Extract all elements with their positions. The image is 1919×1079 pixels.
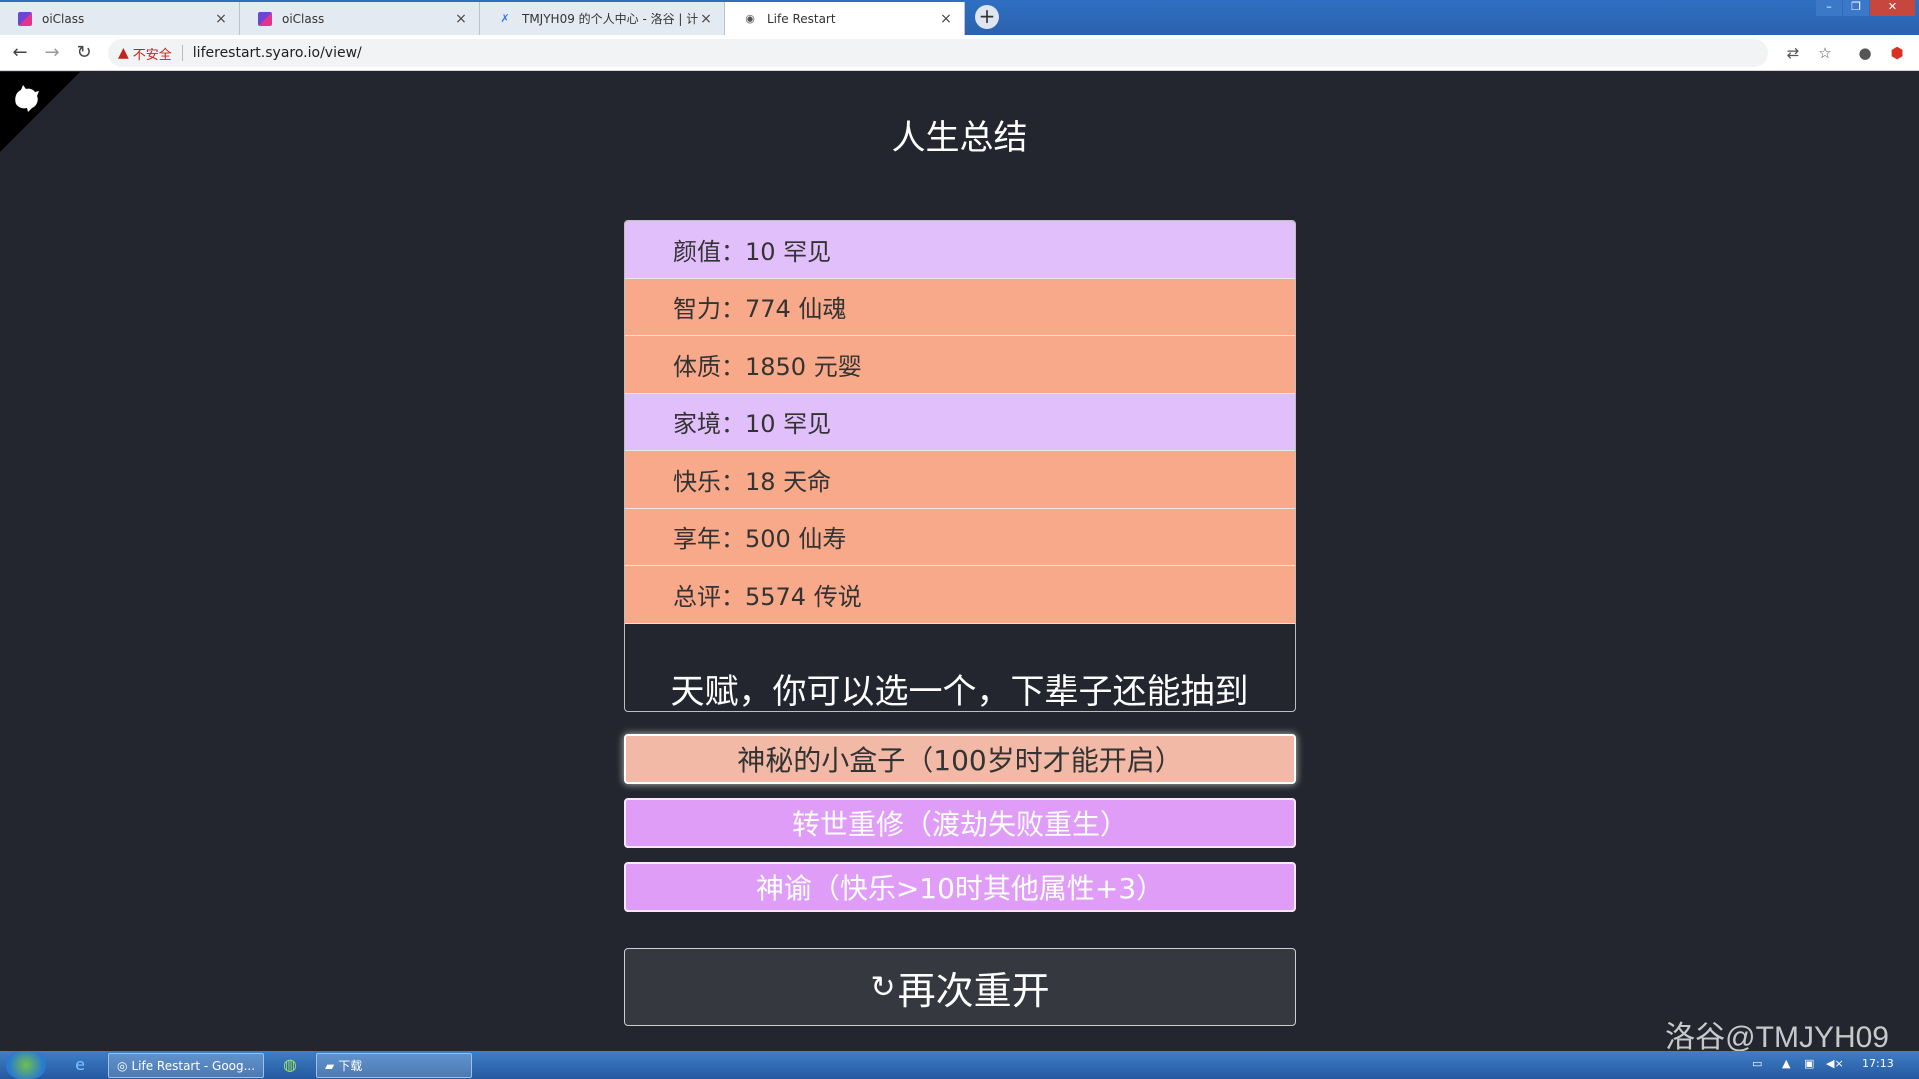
browser-tab-bar: oiClass × oiClass × ✗ TMJYH09 的个人中心 - 洛谷… xyxy=(0,0,1919,35)
life-summary-list: 颜值：10 罕见 智力：774 仙魂 体质：1850 元婴 家境：10 罕见 快… xyxy=(624,220,1296,712)
extension-icon[interactable]: ⬢ xyxy=(1887,43,1907,63)
tab-title: TMJYH09 的个人中心 - 洛谷 | 计 xyxy=(522,12,698,26)
close-window-button[interactable]: ✕ xyxy=(1870,0,1915,16)
globe-icon: ◉ xyxy=(745,12,755,25)
omnibox[interactable]: ▲ 不安全 liferestart.syaro.io/view/ xyxy=(108,39,1768,67)
warning-icon[interactable]: ▲ xyxy=(118,45,129,61)
refresh-icon: ↻ xyxy=(870,969,896,1005)
tab-oiclass-2[interactable]: oiClass × xyxy=(240,2,480,35)
security-label[interactable]: 不安全 xyxy=(133,44,172,63)
close-icon[interactable]: × xyxy=(453,11,469,27)
back-arrow-icon[interactable]: ← xyxy=(8,41,32,65)
tab-title: oiClass xyxy=(42,11,85,26)
oiclass-icon xyxy=(18,11,32,26)
address-bar: ← → ↻ ▲ 不安全 liferestart.syaro.io/view/ ⇄… xyxy=(0,35,1919,71)
windows-taskbar: e ◎ Life Restart - Goog... ◍ ▰ 下载 ▭ ▲ ▣ … xyxy=(0,1051,1919,1079)
star-icon[interactable]: ☆ xyxy=(1815,43,1835,63)
taskbar-task-folder[interactable]: ▰ 下载 xyxy=(316,1053,472,1078)
watermark: 洛谷@TMJYH09 xyxy=(1665,1021,1889,1054)
folder-icon: ▰ xyxy=(325,1058,335,1073)
start-button[interactable] xyxy=(6,1051,46,1079)
summary-row-happiness: 快乐：18 天命 xyxy=(625,451,1295,509)
forward-arrow-icon[interactable]: → xyxy=(40,41,64,65)
summary-row-appearance: 颜值：10 罕见 xyxy=(625,221,1295,279)
network-icon[interactable]: ▣ xyxy=(1804,1057,1814,1070)
talent-option-oracle[interactable]: 神谕（快乐>10时其他属性+3） xyxy=(624,862,1296,912)
close-icon[interactable]: × xyxy=(213,11,229,27)
luogu-icon: ✗ xyxy=(500,12,510,25)
profile-icon[interactable]: ● xyxy=(1855,43,1875,63)
volume-mute-icon[interactable]: ◀× xyxy=(1826,1057,1844,1070)
tray-expand-icon[interactable]: ▲ xyxy=(1782,1057,1790,1070)
maximize-button[interactable]: ❐ xyxy=(1843,0,1869,16)
summary-row-intelligence: 智力：774 仙魂 xyxy=(625,278,1295,336)
chrome-icon: ◎ xyxy=(117,1058,128,1073)
summary-row-age: 享年：500 仙寿 xyxy=(625,508,1295,566)
translate-icon[interactable]: ⇄ xyxy=(1783,43,1803,63)
url-text[interactable]: liferestart.syaro.io/view/ xyxy=(193,45,362,61)
task-label: Life Restart - Goog... xyxy=(131,1058,256,1073)
ie-icon[interactable]: e xyxy=(68,1054,92,1076)
clock[interactable]: 17:13 xyxy=(1862,1057,1894,1070)
talent-heading: 天赋，你可以选一个，下辈子还能抽到 xyxy=(670,672,1249,712)
page-content: 人生总结 颜值：10 罕见 智力：774 仙魂 体质：1850 元婴 家境：10… xyxy=(0,72,1919,1054)
tab-oiclass-1[interactable]: oiClass × xyxy=(0,2,240,35)
tab-luogu[interactable]: ✗ TMJYH09 的个人中心 - 洛谷 | 计 × xyxy=(480,2,725,35)
divider xyxy=(181,45,183,61)
close-icon[interactable]: × xyxy=(698,11,714,27)
summary-row-overall: 总评：5574 传说 xyxy=(625,566,1295,624)
tab-title: oiClass xyxy=(282,11,325,26)
taskbar-task-chrome[interactable]: ◎ Life Restart - Goog... xyxy=(108,1053,264,1078)
tab-title: Life Restart xyxy=(767,11,836,26)
close-icon[interactable]: × xyxy=(938,11,954,27)
tab-life-restart[interactable]: ◉ Life Restart × xyxy=(725,2,965,35)
page-title: 人生总结 xyxy=(891,118,1028,158)
talent-option-reincarnation[interactable]: 转世重修（渡劫失败重生） xyxy=(624,798,1296,848)
summary-row-constitution: 体质：1850 元婴 xyxy=(625,336,1295,394)
oiclass-icon xyxy=(258,11,272,26)
talent-option-mystery-box[interactable]: 神秘的小盒子（100岁时才能开启） xyxy=(624,734,1296,784)
summary-row-family: 家境：10 罕见 xyxy=(625,393,1295,451)
restart-button[interactable]: ↻ 再次重开 xyxy=(624,948,1296,1026)
reload-icon[interactable]: ↻ xyxy=(72,41,96,65)
app-icon[interactable]: ◍ xyxy=(278,1054,302,1076)
keyboard-icon[interactable]: ▭ xyxy=(1752,1057,1762,1070)
new-tab-button[interactable]: + xyxy=(975,5,999,29)
minimize-button[interactable]: – xyxy=(1816,0,1842,16)
restart-label: 再次重开 xyxy=(897,968,1050,1013)
task-label: 下载 xyxy=(338,1059,363,1073)
